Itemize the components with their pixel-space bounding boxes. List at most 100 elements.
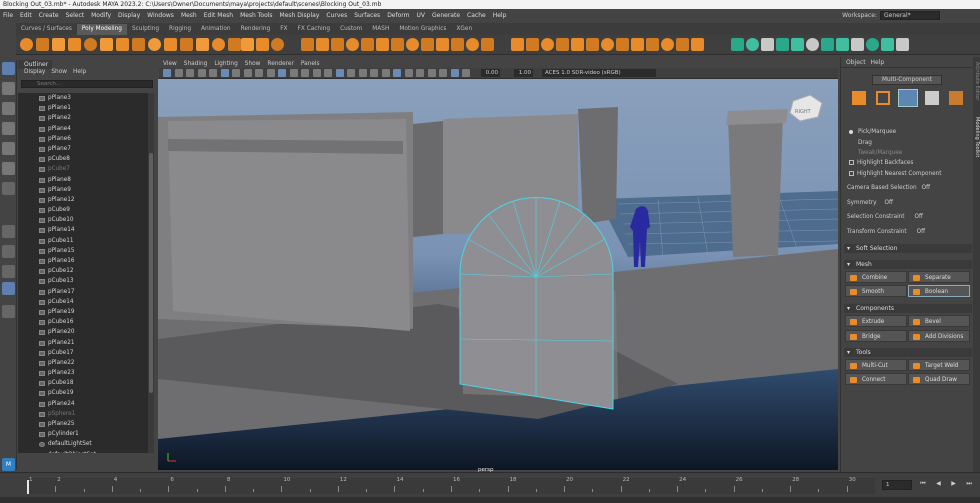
play-icon[interactable]: ▶ [951,480,956,490]
selection-constraint[interactable]: Selection Constraint Off [847,214,923,220]
shelf-quad-draw-icon[interactable] [481,38,494,51]
menu-edit[interactable]: Edit [20,12,32,19]
lasso-tool-icon[interactable] [2,82,15,95]
gamma-field[interactable]: 1.00 [514,69,533,77]
target-weld-button[interactable]: Target Weld [908,359,970,371]
shelf-tab-motion-graphics[interactable]: Motion Graphics [394,24,451,35]
shelf-sew-uv-icon[interactable] [791,38,804,51]
arched-door-mesh[interactable] [459,197,614,410]
menu-file[interactable]: File [3,12,13,19]
menu-display[interactable]: Display [118,12,140,19]
outliner-item[interactable]: pPlane9 [18,185,148,195]
multi-cut-button[interactable]: Multi-Cut [845,359,907,371]
shelf-tab-poly-modeling[interactable]: Poly Modeling [76,23,127,35]
four-view-layout-icon[interactable] [2,245,15,258]
outliner-item[interactable]: pCube18 [18,378,148,388]
outliner-layout-icon[interactable] [2,282,15,295]
viewport-bookmarks-icon[interactable] [186,69,194,77]
outliner-search-input[interactable]: Search... [21,80,153,88]
components-section-header[interactable]: Components [844,304,972,313]
shelf-helix-icon[interactable] [196,38,209,51]
shelf-snap-icon[interactable] [836,38,849,51]
bridge-button[interactable]: Bridge [845,330,907,342]
shelf-cut-uv-icon[interactable] [776,38,789,51]
shelf-cone-icon[interactable] [68,38,81,51]
shelf-insert-loop-icon[interactable] [511,38,524,51]
separate-button[interactable]: Separate [908,271,970,283]
menu-select[interactable]: Select [66,12,85,19]
outliner-item[interactable]: pCube17 [18,348,148,358]
outliner-item[interactable]: pPlane19 [18,307,148,317]
shelf-sculpt-icon[interactable] [881,38,894,51]
outliner-menu-show[interactable]: Show [51,69,67,78]
shelf-plane-icon[interactable] [100,38,113,51]
viewport-xray-icon[interactable] [416,69,424,77]
face-mode-icon[interactable] [925,91,939,105]
menu-surfaces[interactable]: Surfaces [354,12,380,19]
shelf-smooth-icon[interactable] [331,38,344,51]
3d-viewport[interactable]: RIGHT [158,79,838,470]
shelf-tab-rigging[interactable]: Rigging [164,24,196,35]
tab-object[interactable]: Object [846,59,866,66]
viewcube[interactable]: RIGHT [789,94,823,122]
viewport-gamma-icon[interactable] [462,69,470,77]
outliner-item[interactable]: pPlane20 [18,327,148,337]
viewport-lock-camera-icon[interactable] [174,69,183,77]
shelf-type-icon[interactable] [271,38,284,51]
shelf-unfold-icon[interactable] [806,38,819,51]
viewport-menu-panels[interactable]: Panels [301,61,320,67]
outliner-item[interactable]: pCube13 [18,276,148,286]
search-icon[interactable] [2,305,15,318]
shelf-tab-fx[interactable]: FX [275,24,292,35]
uv-mode-icon[interactable] [949,91,963,105]
exposure-field[interactable]: 0.00 [481,69,500,77]
viewport-depth-of-field-icon[interactable] [393,69,401,77]
tools-section-header[interactable]: Tools [844,348,972,357]
shelf-relax-icon[interactable] [896,38,909,51]
outliner-item[interactable]: pCube12 [18,266,148,276]
viewport-safe-title-icon[interactable] [278,69,286,77]
viewport-wireframe-on-shaded-icon[interactable] [312,69,321,77]
multi-component-button[interactable]: Multi-Component [872,75,942,85]
step-back-icon[interactable]: ◀ [936,480,941,490]
shelf-pyramid-icon[interactable] [148,38,161,51]
workspace-selector[interactable]: Workspace: General* [842,9,940,21]
move-tool-icon[interactable] [2,122,15,135]
outliner-item[interactable]: pPlane24 [18,399,148,409]
extrude-button[interactable]: Extrude [845,315,907,327]
outliner-item[interactable]: pCube9 [18,205,148,215]
menu-cache[interactable]: Cache [467,12,486,19]
outliner-item[interactable]: pCube7 [18,164,148,174]
viewport-shadows-icon[interactable] [347,69,355,77]
smooth-button[interactable]: Smooth [845,285,907,297]
outliner-item[interactable]: defaultLightSet [18,439,148,449]
single-layout-icon[interactable] [2,225,15,238]
combine-button[interactable]: Combine [845,271,907,283]
menu-uv[interactable]: UV [417,12,426,19]
shelf-offset-loop-icon[interactable] [526,38,539,51]
shelf-tab-fx-caching[interactable]: FX Caching [293,24,336,35]
mode-tweak-marquee[interactable]: Tweak/Marquee [858,150,902,156]
viewport-menu-shading[interactable]: Shading [184,61,208,67]
transform-constraint[interactable]: Transform Constraint Off [847,229,925,235]
side-by-side-layout-icon[interactable] [2,265,15,278]
shelf-mirror-icon[interactable] [691,38,704,51]
shelf-separate-icon[interactable] [316,38,329,51]
shelf-extrude-icon[interactable] [406,38,419,51]
outliner-item[interactable]: pCylinder1 [18,429,148,439]
shelf-tab-rendering[interactable]: Rendering [236,24,276,35]
viewport-exposure-icon[interactable] [450,69,459,77]
shelf-sphere-icon[interactable] [20,38,33,51]
outliner-item[interactable]: pPlane14 [18,225,148,235]
menu-modify[interactable]: Modify [91,12,111,19]
shelf-quadrangulate-icon[interactable] [676,38,689,51]
step-forward-icon[interactable]: ⏭ [966,480,971,490]
outliner-item[interactable]: defaultObjectSet [18,450,148,453]
shelf-prism-icon[interactable] [164,38,177,51]
mode-pick-marquee[interactable]: Pick/Marquee [849,129,896,135]
shelf-planar-map-icon[interactable] [746,38,759,51]
boolean-button[interactable]: Boolean [908,285,970,297]
shelf-reduce-icon[interactable] [376,38,389,51]
viewport-film-gate-icon[interactable] [220,69,229,77]
outliner-item[interactable]: pPlane3 [18,93,148,103]
